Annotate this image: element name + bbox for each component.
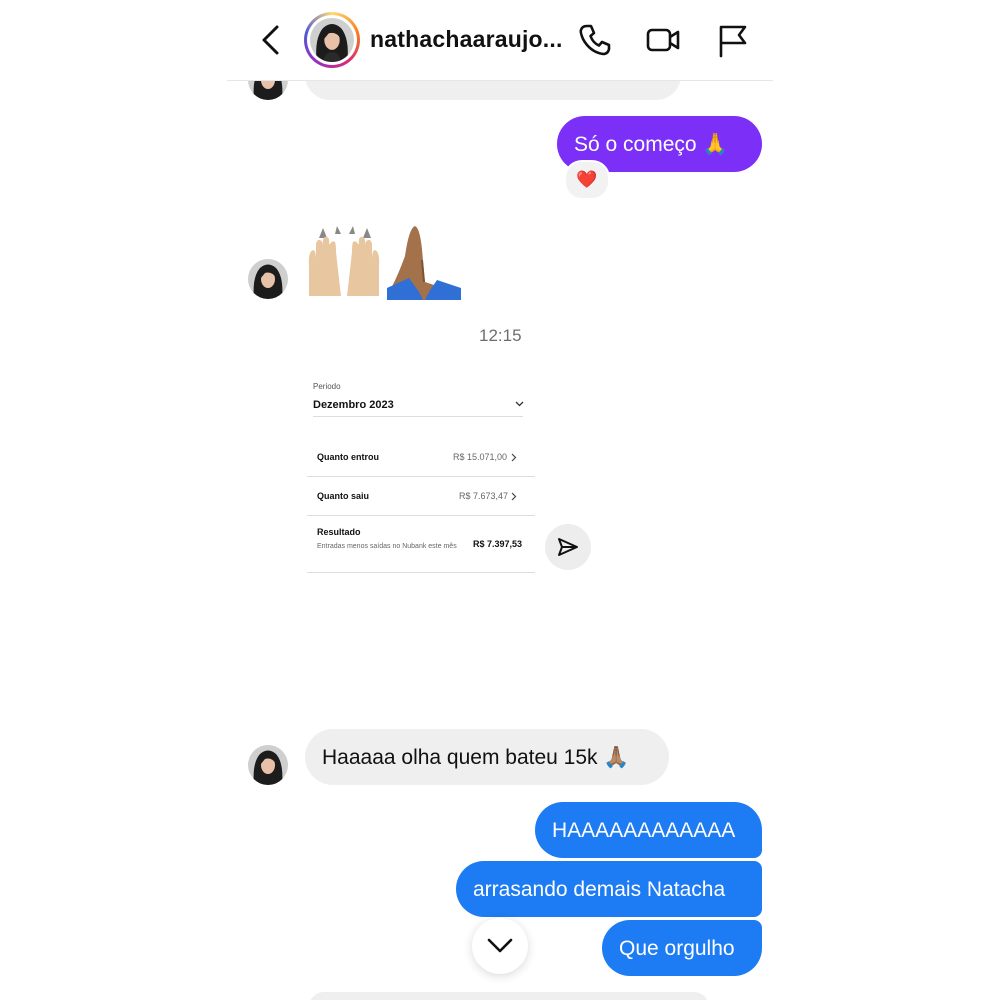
message-bubble-outgoing[interactable]: Que orgulho — [602, 920, 762, 976]
timestamp: 12:15 — [479, 326, 522, 345]
period-label: Periodo — [313, 382, 341, 391]
scroll-to-bottom-button[interactable] — [472, 918, 528, 974]
divider — [307, 515, 535, 516]
row-value: R$ 7.397,53 — [473, 539, 523, 549]
message-text: HAAAAAAAAAAAA — [552, 818, 736, 842]
paper-plane-icon — [558, 538, 578, 556]
shared-image-message[interactable]: Periodo Dezembro 2023 Quanto entrou R$ 1… — [305, 370, 537, 580]
heart-reaction-emoji: ❤️ — [576, 170, 598, 189]
row-value: R$ 15.071,00 — [453, 452, 508, 462]
message-composer-partial[interactable] — [309, 992, 709, 1000]
divider — [313, 416, 523, 417]
chevron-down-icon — [515, 401, 524, 407]
share-button[interactable] — [545, 524, 591, 570]
avatar-image — [310, 18, 354, 62]
chevron-right-icon — [511, 492, 517, 501]
message-bubble-outgoing[interactable]: HAAAAAAAAAAAA — [535, 802, 762, 858]
flag-icon[interactable] — [715, 22, 751, 58]
message-text: Só o começo 🙏 — [574, 132, 729, 156]
row-label: Resultado — [317, 527, 361, 537]
message-text: Que orgulho — [619, 936, 735, 960]
message-text: arrasando demais Natacha — [473, 877, 726, 901]
video-camera-icon[interactable] — [645, 22, 681, 58]
raising-hands-and-praying-hands-emoji — [308, 226, 461, 300]
row-value: R$ 7.673,47 — [459, 491, 509, 501]
divider — [307, 572, 535, 573]
row-label: Quanto saiu — [317, 491, 370, 501]
chat-screen: nathachaaraujo... Só o começo 🙏 ❤️ 🙌🏼🙏🏽 — [227, 0, 773, 1000]
chat-header: nathachaaraujo... — [227, 0, 773, 81]
reaction-heart[interactable]: ❤️ — [564, 160, 610, 200]
header-avatar[interactable] — [304, 12, 360, 68]
message-bubble-outgoing[interactable]: arrasando demais Natacha — [456, 861, 762, 917]
chevron-right-icon — [511, 453, 517, 462]
message-bubble-incoming[interactable]: Haaaaa olha quem bateu 15k 🙏🏽 — [305, 729, 669, 785]
contact-avatar[interactable] — [248, 259, 288, 299]
divider — [307, 476, 535, 477]
chevron-left-icon[interactable] — [257, 24, 287, 56]
chat-username[interactable]: nathachaaraujo... — [370, 26, 563, 53]
period-value: Dezembro 2023 — [313, 399, 394, 411]
phone-icon[interactable] — [577, 22, 613, 58]
row-description: Entradas menos saídas no Nubank este mês — [317, 543, 457, 550]
chevron-down-icon — [487, 938, 513, 953]
message-text: Haaaaa olha quem bateu 15k 🙏🏽 — [322, 745, 630, 769]
contact-avatar[interactable] — [248, 745, 288, 785]
row-label: Quanto entrou — [317, 452, 379, 462]
emoji-message[interactable]: 🙌🏼🙏🏽 — [305, 222, 465, 300]
